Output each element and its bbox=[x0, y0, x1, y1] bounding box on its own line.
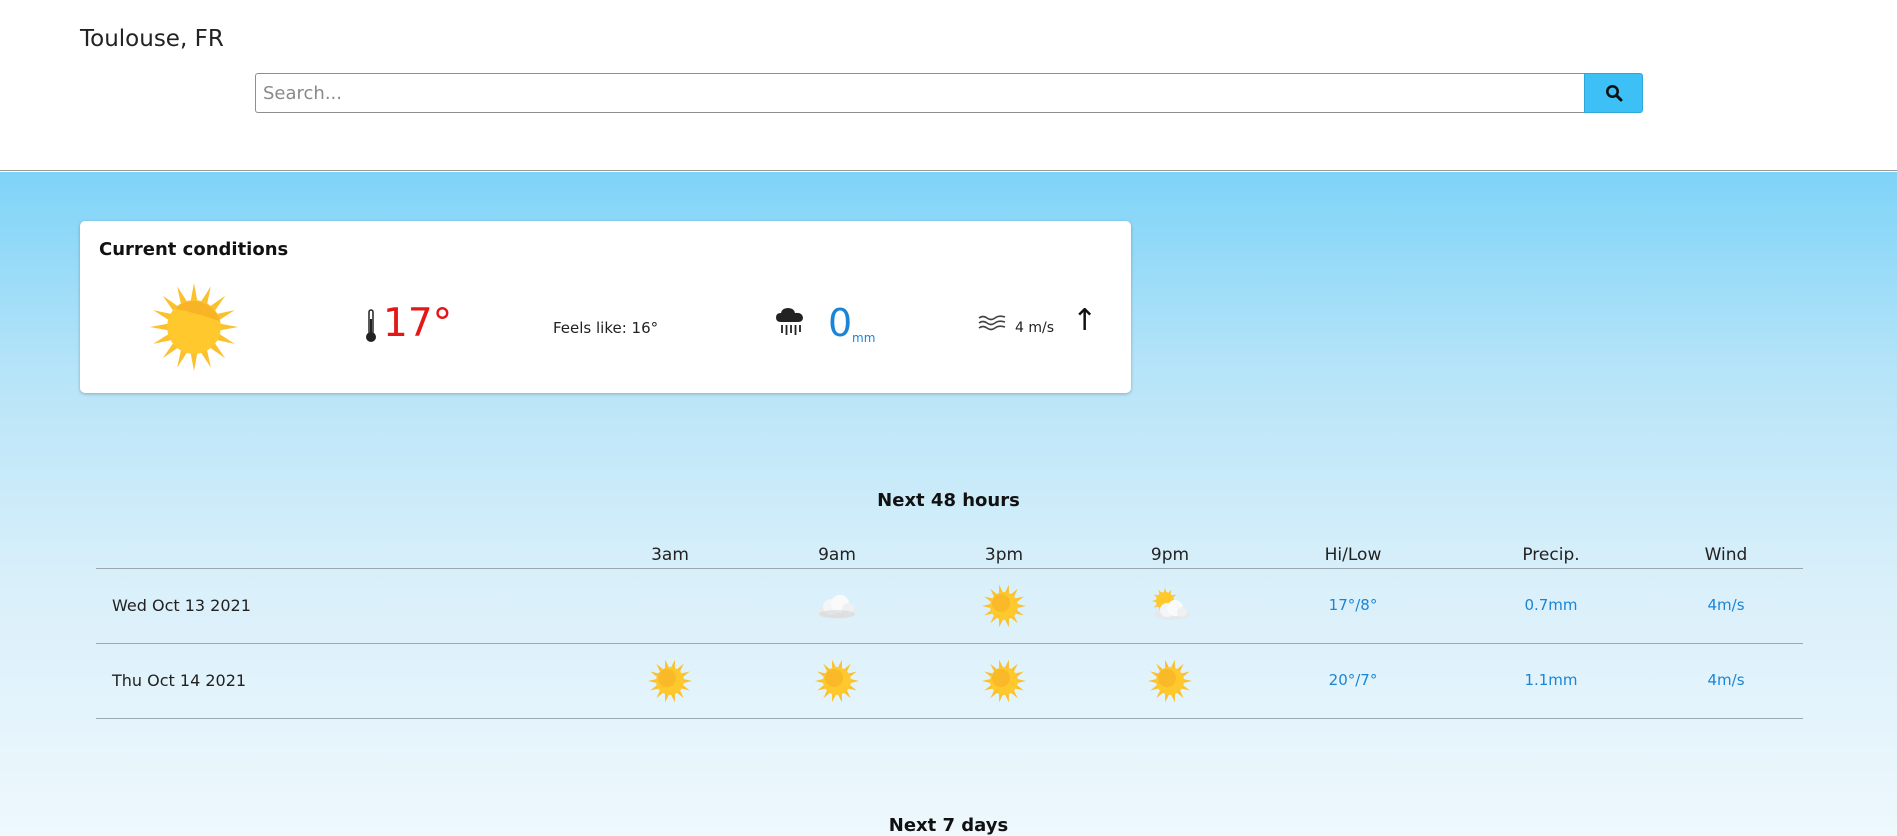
sun-icon bbox=[1145, 656, 1195, 706]
column-header: Hi/Low bbox=[1324, 545, 1382, 565]
sun-icon bbox=[979, 581, 1029, 631]
hourly-forecast-table: 3am 9am 3pm 9pm Hi/Low Precip. Wind Wed … bbox=[96, 537, 1803, 719]
sun-icon bbox=[812, 656, 862, 706]
thermometer-icon bbox=[366, 309, 376, 342]
main-content: Current conditions 17° Feels like: 16° 0… bbox=[0, 172, 1897, 836]
next-7-days-title: Next 7 days bbox=[888, 815, 1009, 836]
column-header: Precip. bbox=[1522, 545, 1580, 565]
column-header: 9pm bbox=[1150, 545, 1190, 565]
forecast-icon-slot bbox=[645, 581, 695, 631]
wind-direction-arrow: ↑ bbox=[1072, 303, 1098, 338]
rain-icon bbox=[776, 308, 803, 335]
wind-value: 4m/s bbox=[1707, 596, 1745, 614]
column-header: 3am bbox=[651, 545, 689, 565]
precip-value: 0 bbox=[828, 301, 853, 345]
search-icon bbox=[1605, 85, 1622, 102]
current-conditions-card: Current conditions 17° Feels like: 16° 0… bbox=[80, 221, 1131, 393]
precip-value: 0.7mm bbox=[1524, 596, 1578, 614]
table-row: Thu Oct 14 2021 20°/7° 1.1mm 4m/s bbox=[96, 644, 1803, 719]
search-bar bbox=[255, 73, 1643, 113]
table-row: Wed Oct 13 2021 17°/8° 0.7mm 4m/s bbox=[96, 569, 1803, 644]
cloud-icon bbox=[812, 581, 862, 631]
next-48-hours-title: Next 48 hours bbox=[877, 490, 1020, 511]
precip-unit: mm bbox=[852, 331, 876, 345]
search-input[interactable] bbox=[255, 73, 1584, 113]
sun-icon bbox=[149, 282, 239, 372]
column-header: Wind bbox=[1704, 545, 1748, 565]
search-button[interactable] bbox=[1584, 73, 1643, 113]
partly-cloudy-icon bbox=[1145, 581, 1195, 631]
city-name: Toulouse, FR bbox=[80, 26, 224, 52]
column-header: 3pm bbox=[984, 545, 1024, 565]
hi-low-value: 17°/8° bbox=[1328, 596, 1378, 614]
wind-icon bbox=[978, 315, 1006, 331]
current-temperature: 17° bbox=[383, 301, 453, 346]
sun-icon bbox=[979, 656, 1029, 706]
sun-icon bbox=[645, 656, 695, 706]
wind-speed: 4 m/s bbox=[1015, 320, 1055, 336]
table-header: 3am 9am 3pm 9pm Hi/Low Precip. Wind bbox=[96, 537, 1803, 569]
header: Toulouse, FR bbox=[0, 0, 1897, 171]
card-title: Current conditions bbox=[99, 239, 289, 260]
row-date: Wed Oct 13 2021 bbox=[112, 596, 251, 615]
row-date: Thu Oct 14 2021 bbox=[112, 671, 247, 690]
hi-low-value: 20°/7° bbox=[1328, 671, 1378, 689]
column-header: 9am bbox=[818, 545, 856, 565]
precip-value: 1.1mm bbox=[1524, 671, 1578, 689]
wind-value: 4m/s bbox=[1707, 671, 1745, 689]
feels-like: Feels like: 16° bbox=[553, 319, 659, 337]
